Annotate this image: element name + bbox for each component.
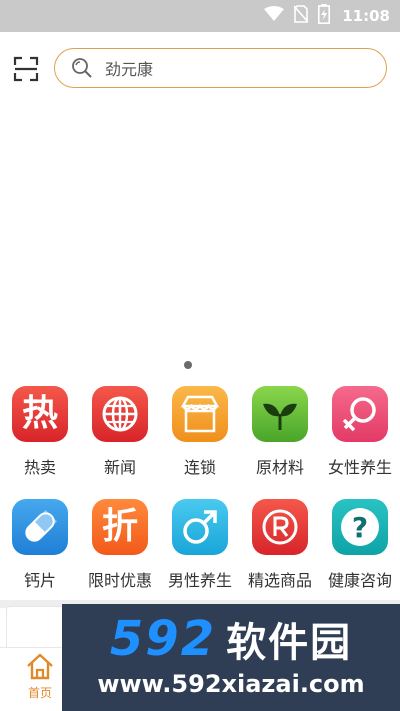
- category-news[interactable]: 新闻: [80, 386, 160, 499]
- home-icon: [27, 653, 53, 680]
- category-label: 原材料: [255, 458, 304, 477]
- category-label: 精选商品: [247, 571, 312, 590]
- category-label: 新闻: [103, 458, 136, 477]
- category-label: 连锁: [183, 458, 216, 477]
- tab-home[interactable]: 首页: [10, 652, 70, 710]
- male-icon: [172, 499, 228, 555]
- category-male-health[interactable]: 男性养生: [160, 499, 240, 612]
- scan-button[interactable]: [12, 55, 40, 83]
- watermark-name: 软件园: [226, 620, 353, 666]
- category-grid: 热 热卖 新闻 连锁 原材料 女性养生 钙片 折 限时优惠 男性养生 精选商品 …: [0, 386, 400, 612]
- question-icon: ?: [332, 499, 388, 555]
- category-label: 钙片: [23, 571, 56, 590]
- hot-glyph: 热: [21, 393, 58, 434]
- status-time: 11:08: [342, 7, 390, 25]
- category-label: 限时优惠: [87, 571, 152, 590]
- no-sim-icon: [293, 5, 309, 27]
- wifi-icon: [264, 6, 285, 26]
- category-hot[interactable]: 热 热卖: [0, 386, 80, 499]
- watermark-brand: 592 软件园: [62, 610, 400, 668]
- category-consult[interactable]: ? 健康咨询: [320, 499, 400, 612]
- category-label: 健康咨询: [327, 571, 392, 590]
- scan-icon: [13, 56, 39, 82]
- sprout-icon: [252, 386, 308, 442]
- category-row-1: 热 热卖 新闻 连锁 原材料 女性养生: [0, 386, 400, 499]
- watermark-number: 592: [109, 611, 217, 667]
- watermark-url: www.592xiazai.com: [97, 670, 365, 698]
- category-raw-material[interactable]: 原材料: [240, 386, 320, 499]
- search-input[interactable]: 劲元康: [54, 48, 387, 88]
- category-label: 男性养生: [167, 571, 232, 590]
- hot-icon: 热: [12, 386, 68, 442]
- watermark: 592 软件园 www.592xiazai.com: [62, 604, 400, 711]
- globe-icon: [92, 386, 148, 442]
- category-female-health[interactable]: 女性养生: [320, 386, 400, 499]
- discount-glyph: 折: [101, 506, 138, 547]
- tab-home-label: 首页: [27, 686, 52, 700]
- search-placeholder: 劲元康: [105, 60, 154, 79]
- carousel-indicator-dot: [184, 361, 192, 369]
- status-bar: 11:08: [0, 0, 400, 32]
- category-row-2: 钙片 折 限时优惠 男性养生 精选商品 ? 健康咨询: [0, 499, 400, 612]
- discount-icon: 折: [92, 499, 148, 555]
- category-limited-offer[interactable]: 折 限时优惠: [80, 499, 160, 612]
- category-label: 女性养生: [327, 458, 392, 477]
- category-chain[interactable]: 连锁: [160, 386, 240, 499]
- store-icon: [172, 386, 228, 442]
- question-glyph: ?: [352, 511, 368, 544]
- status-icons: 11:08: [264, 0, 390, 32]
- female-icon: [332, 386, 388, 442]
- capsule-icon: [12, 499, 68, 555]
- category-calcium[interactable]: 钙片: [0, 499, 80, 612]
- search-icon: [72, 58, 92, 78]
- battery-charging-icon: [318, 4, 331, 28]
- category-label: 热卖: [23, 458, 56, 477]
- content-card[interactable]: [6, 606, 66, 648]
- app-screen: 11:08 劲元康 热 热卖 新闻 连锁 原材料 女性养生 钙片 折 限时优惠 …: [0, 0, 400, 711]
- category-featured[interactable]: 精选商品: [240, 499, 320, 612]
- banner-carousel[interactable]: [0, 100, 400, 352]
- registered-icon: [252, 499, 308, 555]
